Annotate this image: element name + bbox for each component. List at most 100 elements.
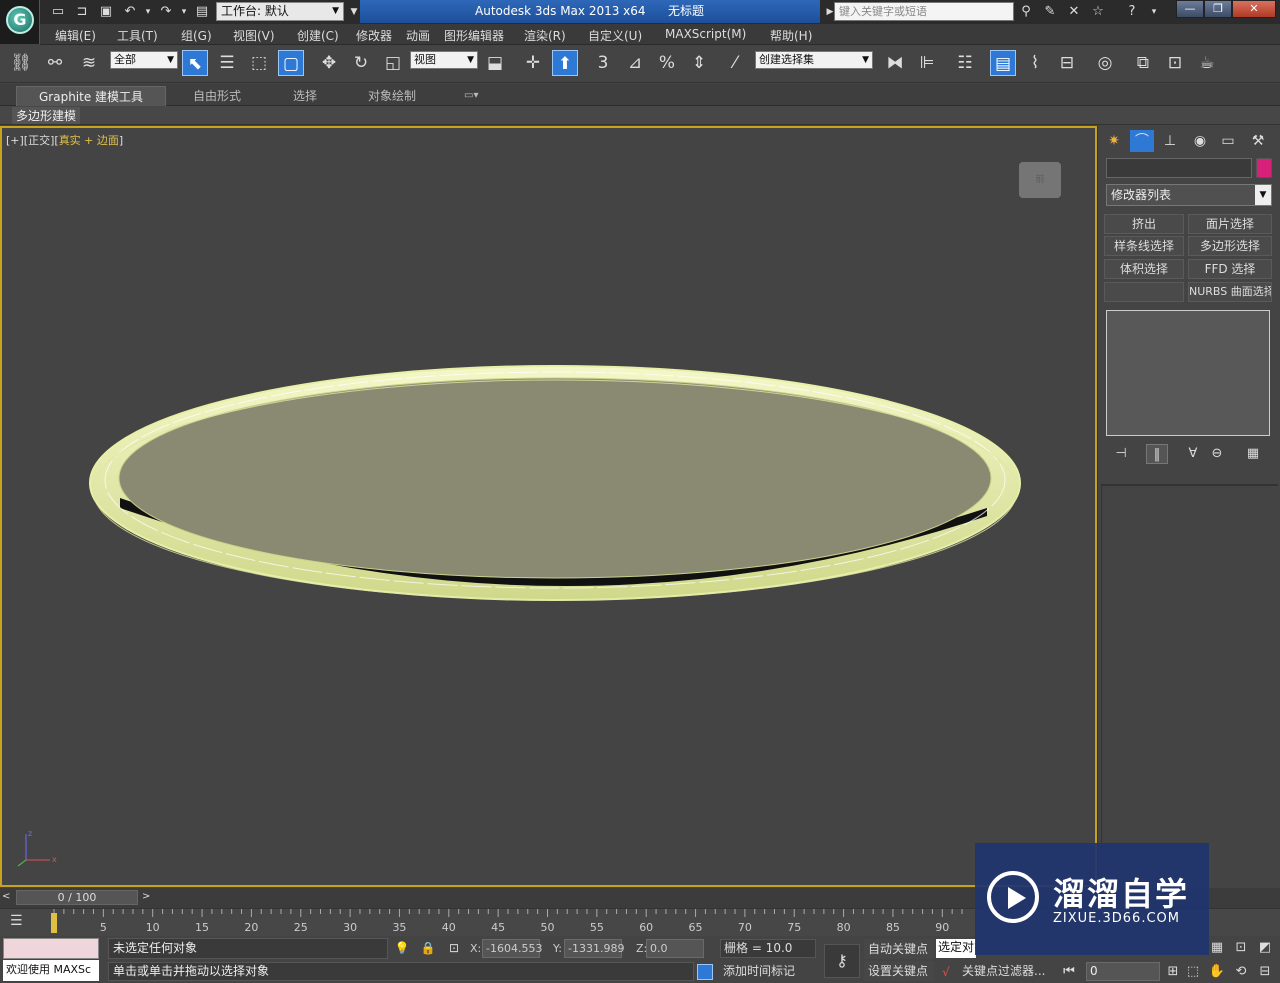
make-unique-icon[interactable]: ∀: [1182, 444, 1204, 464]
object-name-field[interactable]: [1106, 158, 1252, 178]
y-coordinate-field[interactable]: -1331.989: [564, 939, 624, 958]
spline-select-button[interactable]: 样条线选择: [1104, 236, 1184, 256]
bind-space-warp-icon[interactable]: ≋: [76, 50, 102, 76]
unlink-icon[interactable]: ⚯: [42, 50, 68, 76]
orbit-icon[interactable]: ⟲: [1232, 963, 1250, 981]
undo-dropdown-icon[interactable]: ▾: [140, 4, 156, 20]
time-prev-icon[interactable]: <: [2, 890, 14, 904]
help-dropdown-icon[interactable]: ▾: [1146, 4, 1162, 20]
selection-filter-dropdown[interactable]: 全部 ▼: [110, 51, 178, 69]
manipulate-icon[interactable]: ✛: [520, 50, 546, 76]
set-key-icon[interactable]: ⚷: [824, 944, 860, 978]
current-frame-field[interactable]: 0: [1086, 962, 1160, 981]
maximize-viewport-icon[interactable]: ⊟: [1256, 963, 1274, 981]
spinner-snap-icon[interactable]: ⇕: [686, 50, 712, 76]
snaps-toggle-icon[interactable]: 3: [590, 50, 616, 76]
tab-selection[interactable]: 选择: [293, 86, 317, 106]
render-teapot-icon[interactable]: ☕: [1194, 50, 1220, 76]
redo-icon[interactable]: ↷: [158, 4, 174, 20]
object-color-swatch[interactable]: [1256, 158, 1272, 178]
undo-icon[interactable]: ↶: [122, 4, 138, 20]
ribbon-options-icon[interactable]: ▭▾: [464, 86, 478, 106]
menu-create[interactable]: 创建(C): [297, 27, 339, 44]
tab-freeform[interactable]: 自由形式: [193, 86, 241, 106]
current-frame-marker[interactable]: [51, 913, 57, 933]
layer-manager-icon[interactable]: ☷: [952, 50, 978, 76]
communication-icon[interactable]: ✕: [1066, 4, 1082, 20]
patch-select-button[interactable]: 面片选择: [1188, 214, 1272, 234]
create-panel-icon[interactable]: ✷: [1102, 130, 1126, 152]
rendered-frame-window-icon[interactable]: ⊡: [1162, 50, 1188, 76]
menu-tools[interactable]: 工具(T): [117, 27, 158, 44]
time-slider[interactable]: 0 / 100: [16, 890, 138, 905]
auto-key-button[interactable]: 自动关键点: [864, 939, 934, 959]
menu-help[interactable]: 帮助(H): [770, 27, 812, 44]
key-mode-icon[interactable]: √: [938, 964, 954, 980]
x-coordinate-field[interactable]: -1604.553: [482, 939, 542, 958]
time-config-icon[interactable]: ⊞: [1164, 963, 1182, 981]
select-scale-icon[interactable]: ◱: [380, 50, 406, 76]
select-and-link-icon[interactable]: ⛓: [8, 50, 34, 76]
pan-view-icon[interactable]: ✋: [1208, 963, 1226, 981]
pivot-center-icon[interactable]: ⬓: [482, 50, 508, 76]
menu-graph-editors[interactable]: 图形编辑器: [444, 27, 504, 44]
window-crossing-icon[interactable]: ▢: [278, 50, 304, 76]
workspace-dropdown[interactable]: 工作台: 默认 ▼: [216, 2, 344, 21]
extrude-button[interactable]: 挤出: [1104, 214, 1184, 234]
menu-group[interactable]: 组(G): [181, 27, 212, 44]
search-input[interactable]: 键入关键字或短语: [834, 2, 1014, 21]
menu-maxscript[interactable]: MAXScript(M): [665, 27, 746, 41]
select-move-icon[interactable]: ✥: [316, 50, 342, 76]
zoom-extents-all-icon[interactable]: ▦: [1208, 939, 1226, 957]
maximize-button[interactable]: ❐: [1204, 0, 1232, 18]
motion-panel-icon[interactable]: ◉: [1188, 130, 1212, 152]
zoom-region-icon[interactable]: ⊡: [1232, 939, 1250, 957]
modifier-stack-list[interactable]: [1106, 310, 1270, 436]
close-button[interactable]: ✕: [1232, 0, 1276, 18]
set-key-button[interactable]: 设置关键点: [864, 961, 934, 981]
zoom-extents-icon[interactable]: ⬚: [1184, 963, 1202, 981]
named-selection-dropdown[interactable]: 创建选择集 ▼: [755, 51, 873, 69]
selection-lock-icon[interactable]: 🔒: [420, 940, 436, 956]
schematic-view-icon[interactable]: ⊟: [1054, 50, 1080, 76]
nurbs-surface-select-button[interactable]: NURBS 曲面选择: [1188, 282, 1272, 302]
app-menu-button[interactable]: G: [0, 0, 40, 44]
render-setup-icon[interactable]: ⧉: [1130, 50, 1156, 76]
angle-snap-icon[interactable]: ⊿: [622, 50, 648, 76]
z-coordinate-field[interactable]: 0.0: [646, 939, 704, 958]
rectangular-selection-icon[interactable]: ⬚: [246, 50, 272, 76]
viewport-front[interactable]: [+][正交][真实 + 边面] 前 z x: [0, 126, 1097, 887]
binoculars-icon[interactable]: ⚲: [1018, 4, 1034, 20]
pin-stack-icon[interactable]: ⊣: [1110, 444, 1132, 464]
round-tabletop-object[interactable]: [89, 365, 1021, 601]
mirror-icon[interactable]: ⧓: [882, 50, 908, 76]
tab-polygon-modeling[interactable]: 多边形建模: [12, 107, 81, 124]
percent-snap-icon[interactable]: %: [654, 50, 680, 76]
add-time-tag-button[interactable]: 添加时间标记: [720, 962, 795, 981]
time-tag-icon[interactable]: [697, 964, 713, 980]
menu-modifiers[interactable]: 修改器: [356, 27, 392, 44]
align-icon[interactable]: ⊫: [914, 50, 940, 76]
keyboard-shortcut-override-icon[interactable]: ⬆: [552, 50, 578, 76]
help-icon[interactable]: ?: [1124, 4, 1140, 20]
go-to-start-icon[interactable]: ⏮: [1060, 963, 1078, 981]
time-next-icon[interactable]: >: [142, 890, 154, 904]
key-target-dropdown[interactable]: 选定对象: [936, 939, 976, 958]
open-file-icon[interactable]: ⊐: [74, 4, 90, 20]
project-folder-icon[interactable]: ▤: [194, 4, 210, 20]
reference-coord-dropdown[interactable]: 视图 ▼: [410, 51, 478, 69]
key-filters-button[interactable]: 关键点过滤器...: [962, 962, 1045, 981]
subscription-icon[interactable]: ✎: [1042, 4, 1058, 20]
new-file-icon[interactable]: ▭: [50, 4, 66, 20]
poly-select-button[interactable]: 多边形选择: [1188, 236, 1272, 256]
ffd-select-button[interactable]: FFD 选择: [1188, 259, 1272, 279]
material-editor-icon[interactable]: ◎: [1092, 50, 1118, 76]
menu-views[interactable]: 视图(V): [233, 27, 275, 44]
field-of-view-icon[interactable]: ◩: [1256, 939, 1274, 957]
graphite-toggle-icon[interactable]: ▤: [990, 50, 1016, 76]
menu-customize[interactable]: 自定义(U): [588, 27, 642, 44]
edit-named-selection-icon[interactable]: ⁄: [722, 50, 748, 76]
save-file-icon[interactable]: ▣: [98, 4, 114, 20]
redo-dropdown-icon[interactable]: ▾: [176, 4, 192, 20]
curve-editor-icon[interactable]: ⌇: [1022, 50, 1048, 76]
